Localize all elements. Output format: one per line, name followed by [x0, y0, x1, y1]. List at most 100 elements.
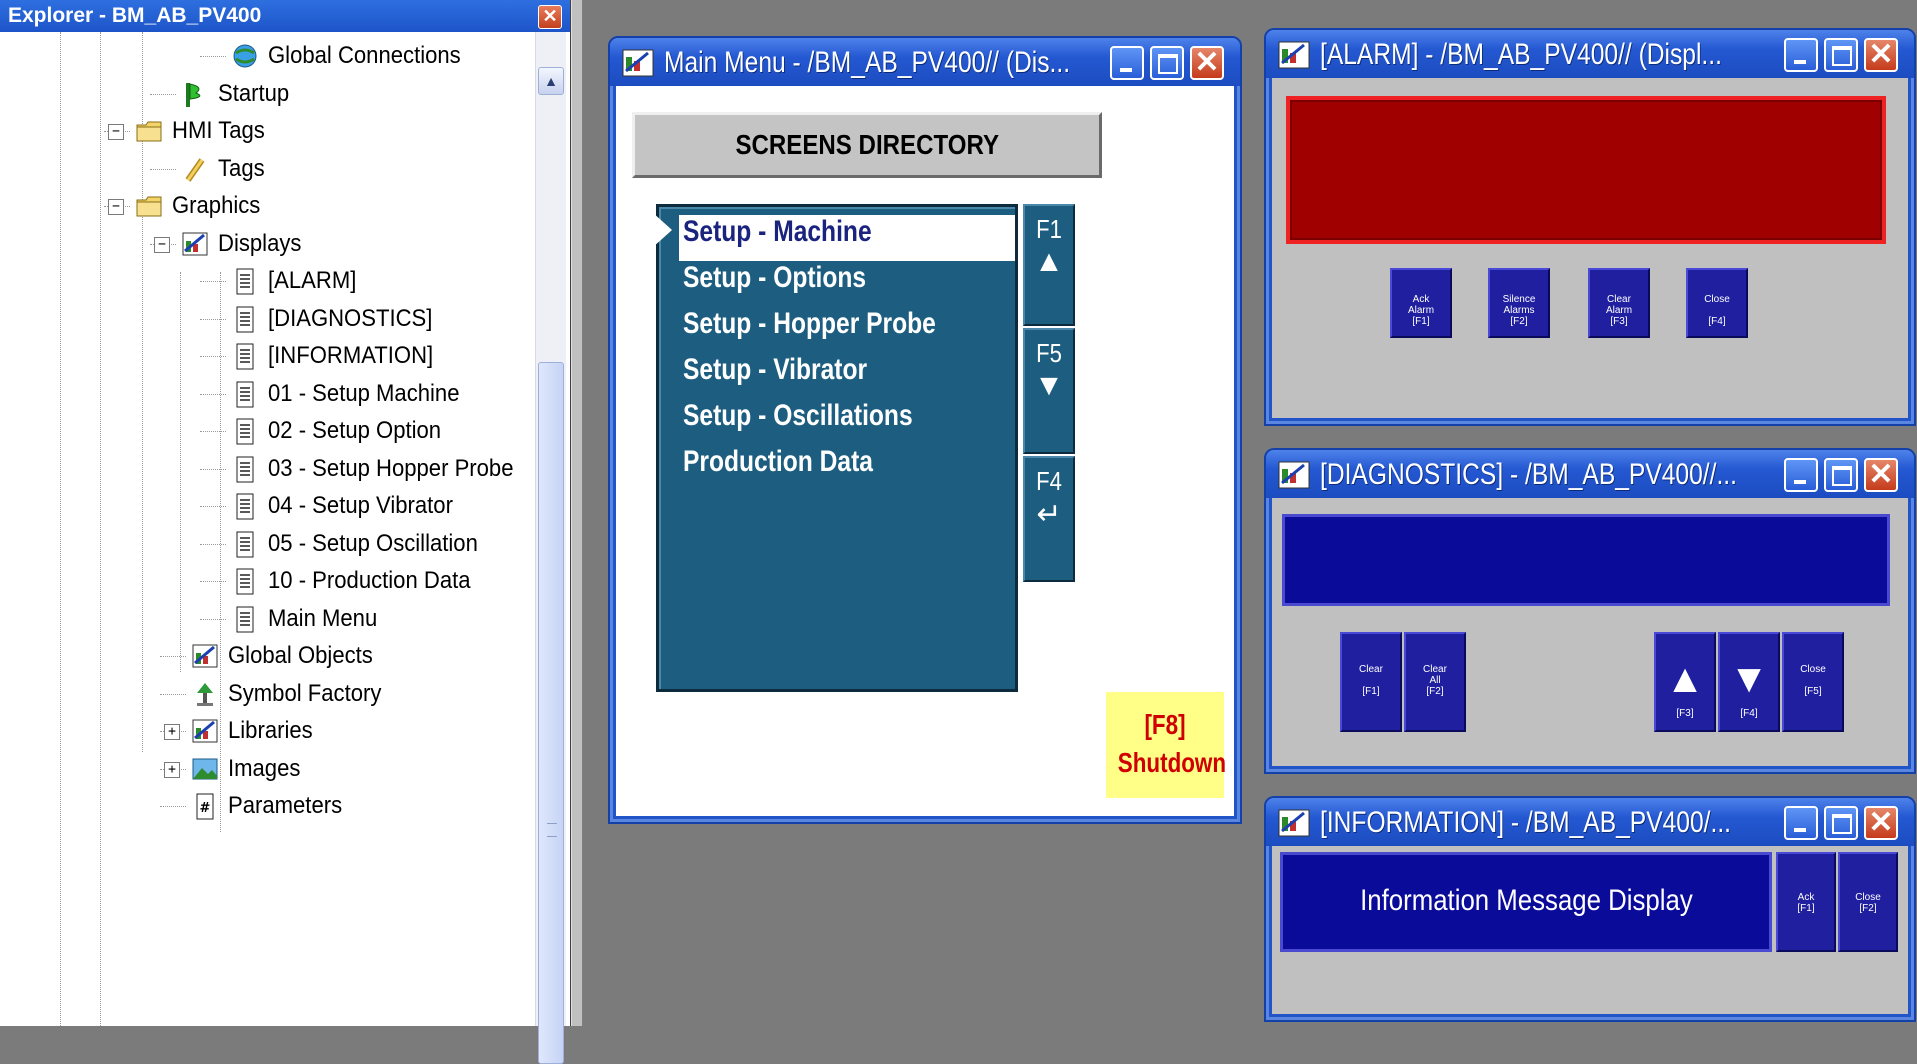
scroll-down-button[interactable]: ▼ [F4]: [1718, 632, 1780, 732]
display-window-icon: [622, 49, 654, 77]
parameters-icon: #: [190, 791, 220, 821]
document-icon: [230, 379, 260, 409]
document-icon: [230, 604, 260, 634]
information-title: [INFORMATION] - /BM_AB_PV400/...: [1320, 806, 1732, 839]
tree-item-label: 04 - Setup Vibrator: [268, 492, 453, 519]
collapse-icon[interactable]: −: [108, 124, 124, 140]
close-diagnostics-button[interactable]: Close [F5]: [1782, 632, 1844, 732]
collapse-icon[interactable]: −: [154, 236, 170, 253]
tree-item-label: 10 - Production Data: [268, 567, 471, 594]
explorer-titlebar: Explorer - BM_AB_PV400 ✕: [0, 0, 570, 32]
close-info-button[interactable]: Close [F2]: [1838, 852, 1898, 952]
document-icon: [230, 416, 260, 446]
scroll-thumb[interactable]: [538, 362, 564, 1064]
tags-icon: [180, 154, 210, 184]
alarm-title: [ALARM] - /BM_AB_PV400// (Displ...: [1320, 38, 1722, 71]
expand-icon[interactable]: +: [164, 724, 180, 740]
up-arrow-icon: ▲: [1034, 245, 1064, 278]
tree-item-parameters[interactable]: # Parameters: [160, 784, 352, 828]
folder-icon: [134, 191, 164, 221]
tree-item-label: [DIAGNOSTICS]: [268, 304, 433, 332]
explorer-pane: Explorer - BM_AB_PV400 ✕ Global Connecti…: [0, 0, 571, 1064]
menu-item-setup-machine[interactable]: Setup - Machine: [683, 215, 872, 259]
main-menu-titlebar[interactable]: Main Menu - /BM_AB_PV400// (Dis... ✕: [610, 38, 1240, 86]
shutdown-label: Shutdown: [1117, 747, 1227, 778]
close-button[interactable]: ✕: [1864, 458, 1898, 492]
minimize-button[interactable]: [1784, 38, 1818, 72]
selection-pointer-icon: [652, 212, 672, 248]
ack-info-button[interactable]: Ack [F1]: [1776, 852, 1836, 952]
tree-item-label: Parameters: [228, 792, 343, 819]
pane-divider[interactable]: [571, 0, 583, 1026]
diagnostics-titlebar[interactable]: [DIAGNOSTICS] - /BM_AB_PV400//... ✕: [1266, 450, 1914, 498]
minimize-button[interactable]: [1110, 46, 1144, 80]
collapse-icon[interactable]: −: [108, 199, 124, 215]
document-icon: [230, 454, 260, 484]
menu-item-setup-options[interactable]: Setup - Options: [683, 261, 866, 305]
tree-item-label: HMI Tags: [172, 117, 265, 144]
document-icon: [230, 304, 260, 334]
ack-alarm-button[interactable]: Ack Alarm [F1]: [1390, 268, 1452, 338]
menu-item-setup-oscillations[interactable]: Setup - Oscillations: [683, 399, 913, 443]
alarm-banner-display: [1286, 96, 1886, 244]
clear-diagnostic-button[interactable]: Clear [F1]: [1340, 632, 1402, 732]
diagnostics-window: [DIAGNOSTICS] - /BM_AB_PV400//... ✕ Clea…: [1264, 448, 1916, 774]
main-menu-window: Main Menu - /BM_AB_PV400// (Dis... ✕ SCR…: [608, 36, 1242, 824]
silence-alarms-button[interactable]: Silence Alarms [F2]: [1488, 268, 1550, 338]
explorer-close-button[interactable]: ✕: [538, 5, 562, 29]
images-icon: [190, 754, 220, 784]
information-message-text: Information Message Display: [1359, 884, 1693, 917]
f5-key-label: F5: [1036, 338, 1062, 368]
close-alarm-button[interactable]: Close [F4]: [1686, 268, 1748, 338]
information-window: [INFORMATION] - /BM_AB_PV400/... ✕ Infor…: [1264, 796, 1916, 1022]
close-button[interactable]: ✕: [1190, 46, 1224, 80]
screens-directory-label: SCREENS DIRECTORY: [735, 129, 999, 160]
tree-item-label: Symbol Factory: [228, 679, 382, 707]
f1-key-label: F1: [1036, 214, 1062, 244]
menu-item-production-data[interactable]: Production Data: [683, 445, 873, 489]
shutdown-key-label: [F8]: [1144, 709, 1186, 740]
up-key-label: [F3]: [1676, 708, 1694, 719]
globe-icon: [230, 41, 260, 71]
tree-item-label: 03 - Setup Hopper Probe: [268, 454, 514, 482]
information-titlebar[interactable]: [INFORMATION] - /BM_AB_PV400/... ✕: [1266, 798, 1914, 846]
maximize-button[interactable]: [1150, 46, 1184, 80]
displays-icon: [190, 716, 220, 746]
startup-icon: [180, 79, 210, 109]
clear-alarm-button[interactable]: Clear Alarm [F3]: [1588, 268, 1650, 338]
f4-enter-key[interactable]: F4 ↵: [1023, 456, 1075, 582]
f1-up-key[interactable]: F1 ▲: [1023, 204, 1075, 326]
scroll-grip-icon: [547, 823, 557, 837]
svg-text:#: #: [200, 801, 211, 816]
shutdown-button[interactable]: [F8] Shutdown: [1106, 692, 1227, 798]
alarm-titlebar[interactable]: [ALARM] - /BM_AB_PV400// (Displ... ✕: [1266, 30, 1914, 78]
diagnostics-title: [DIAGNOSTICS] - /BM_AB_PV400//...: [1320, 458, 1737, 491]
minimize-button[interactable]: [1784, 458, 1818, 492]
minimize-button[interactable]: [1784, 806, 1818, 840]
information-client: Information Message Display Ack [F1] Clo…: [1272, 846, 1908, 1014]
menu-item-setup-hopper-probe[interactable]: Setup - Hopper Probe: [683, 307, 936, 351]
alarm-window: [ALARM] - /BM_AB_PV400// (Displ... ✕ Ack…: [1264, 28, 1916, 426]
explorer-scrollbar[interactable]: ▲: [535, 32, 566, 1064]
displays-icon: [180, 229, 210, 259]
expand-icon[interactable]: +: [164, 761, 180, 778]
explorer-title: Explorer - BM_AB_PV400: [8, 4, 262, 27]
up-arrow-icon: ▲: [1665, 657, 1705, 701]
scroll-up-button[interactable]: ▲ [F3]: [1654, 632, 1716, 732]
close-button[interactable]: ✕: [1864, 38, 1898, 72]
maximize-button[interactable]: [1824, 458, 1858, 492]
f4-key-label: F4: [1036, 466, 1062, 496]
screens-list[interactable]: Setup - Machine Setup - Options Setup - …: [656, 204, 1018, 692]
clear-all-diagnostics-button[interactable]: Clear All [F2]: [1404, 632, 1466, 732]
tree-item-label: Tags: [218, 154, 265, 182]
diagnostics-message-display: [1282, 514, 1890, 606]
maximize-button[interactable]: [1824, 38, 1858, 72]
scroll-up-arrow-icon[interactable]: ▲: [538, 67, 564, 95]
tree-item-label: 05 - Setup Oscillation: [268, 529, 478, 557]
menu-item-setup-vibrator[interactable]: Setup - Vibrator: [683, 353, 867, 397]
symbol-factory-icon: [190, 679, 220, 709]
close-button[interactable]: ✕: [1864, 806, 1898, 840]
maximize-button[interactable]: [1824, 806, 1858, 840]
f5-down-key[interactable]: F5 ▼: [1023, 328, 1075, 454]
tree-item-label: [INFORMATION]: [268, 342, 434, 369]
